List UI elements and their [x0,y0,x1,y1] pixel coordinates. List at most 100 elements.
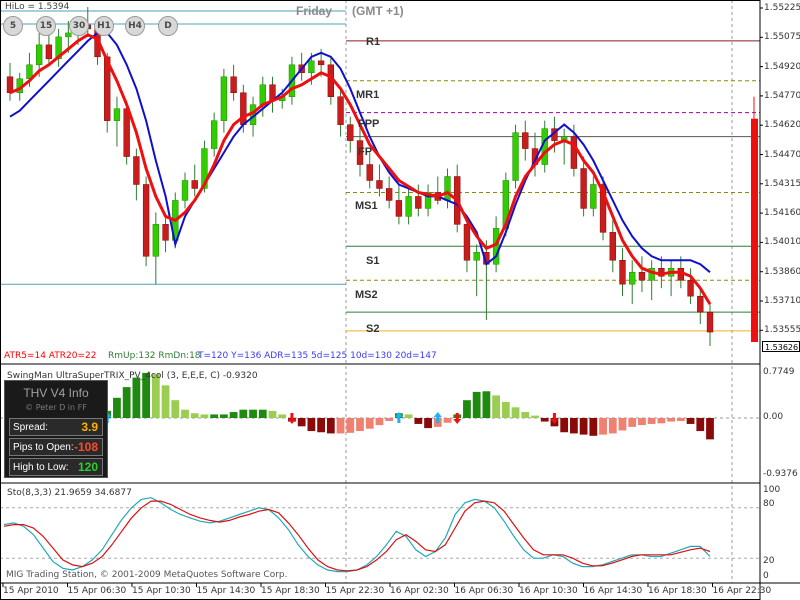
trix-axis-bottom: -0.9376 [763,469,798,479]
stoch-axis-80: 80 [763,499,775,509]
timeframe-button-5[interactable]: 5 [3,16,23,36]
trix-bar [531,415,539,418]
trix-bar [122,387,131,418]
trix-bar [589,418,598,436]
time-axis-label: 16 Apr 06:30 [454,586,514,596]
trix-bar [326,418,335,434]
candle [687,279,694,297]
stats-label: T=120 Y=136 ADR=135 5d=125 10d=130 20d=1… [198,351,437,361]
trix-bar [239,409,248,418]
trix-bar [667,418,675,422]
trix-bar [278,414,287,418]
trix-bar [190,413,199,418]
trix-bar [492,395,500,418]
candle [308,60,315,74]
candle [609,232,616,261]
trix-bar [307,418,316,432]
trix-bar [676,418,685,421]
candle [317,60,325,66]
price-axis-label: 1.55075 [764,32,800,43]
candle [638,271,646,281]
candle [259,84,266,105]
price-axis-label: 1.55225 [764,3,800,13]
price-axis-label: 1.54770 [764,90,800,101]
trix-bar [521,412,530,418]
level-label-fpp: FPP [358,118,380,130]
trix-bar [424,418,432,429]
candle [220,76,228,121]
candle [405,196,412,217]
time-axis-label: 16 Apr 14:30 [583,586,643,596]
trix-bar [297,418,306,427]
trix-bar [200,414,209,418]
time-axis-label: 16 Apr 22:30 [712,586,772,596]
price-axis-label: 1.53710 [764,296,800,306]
time-axis-label: 15 Apr 14:30 [196,586,256,596]
candle [347,124,354,141]
candle [142,184,150,257]
time-axis-label: 15 Apr 18:30 [261,586,320,596]
stoch-axis-0: 0 [763,571,769,581]
trix-bar [511,407,520,418]
info-panel-title: THV V4 Info [23,386,89,400]
price-axis-label: 1.53860 [764,266,800,277]
trix-bar [229,412,238,418]
atr-label: ATR5=14 ATR20=22 [4,351,97,361]
candle [473,252,480,261]
high-to-low-label: High to Low: [13,462,69,473]
trix-axis-top: 0.7749 [763,367,795,377]
timeframe-button-h1[interactable]: H1 [94,16,114,36]
high-to-low-value: 120 [77,460,98,474]
candle [463,224,471,261]
price-axis-label: 1.54620 [764,120,800,131]
spread-label: Spread: [13,422,49,433]
level-label-mr1: MR1 [356,89,380,101]
copyright-label: MIG Trading Station, © 2001-2009 MetaQuo… [6,570,288,580]
timeframe-button-30[interactable]: 30 [69,16,89,36]
candle [366,164,373,181]
trix-bar [443,418,452,423]
trix-bar [249,409,257,418]
trix-bar [628,418,637,427]
timeframe-button-d[interactable]: D [158,16,178,36]
pips-to-open-value: -108 [73,440,98,454]
candle [123,108,130,157]
trix-bar [113,397,121,418]
time-axis-label: 15 Apr 22:30 [325,586,385,596]
price-axis-label: 1.54315 [764,178,800,189]
candle [629,271,636,285]
trix-bar [579,418,588,435]
timeframe-button-h4[interactable]: H4 [125,16,145,36]
candle [619,260,626,285]
candle [395,200,403,217]
trix-bar [171,400,180,418]
trix-bar [501,401,510,418]
time-axis-label: 15 Apr 06:30 [67,586,127,596]
pips-to-open-label: Pips to Open: [13,442,74,453]
candle [191,180,198,189]
candle [512,132,519,181]
time-axis-label: 15 Apr 2010 [3,586,59,596]
level-label-s2: S2 [366,323,380,335]
info-panel-subtitle: © Peter D in FF [25,403,87,412]
stochastic-pane [0,497,760,573]
stoch-signal-line [3,500,711,572]
trix-bar [210,414,219,418]
trix-bar [540,418,549,422]
trix-bar [472,391,481,418]
spread-value: 3.9 [81,420,98,434]
timeframe-button-15[interactable]: 15 [36,16,56,36]
stoch-axis-20: 20 [763,556,775,566]
trix-bar [647,418,656,424]
level-label-ms2: MS2 [355,289,378,301]
candle [570,136,578,169]
trix-bar [317,418,325,433]
candle [376,180,383,189]
price-axis-label: 1.54920 [764,61,800,72]
candle [36,44,43,66]
time-axis-label: 15 Apr 10:30 [132,586,191,596]
candle [337,96,344,125]
stoch-axis-100: 100 [763,485,781,495]
spread-row: Spread: 3.9 [9,418,103,436]
candle [152,224,160,257]
